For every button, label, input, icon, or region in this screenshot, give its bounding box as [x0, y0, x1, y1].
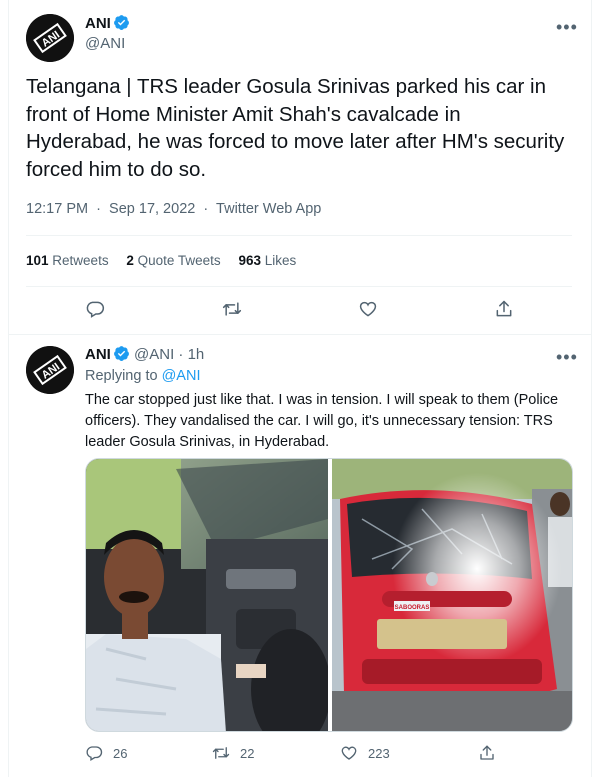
likes-count: 963	[238, 253, 261, 268]
author-name[interactable]: ANI	[85, 346, 111, 363]
tweet-meta: 12:17 PM · Sep 17, 2022 · Twitter Web Ap…	[26, 201, 321, 217]
likes-stat[interactable]: 963 Likes	[238, 253, 296, 268]
photo-man-in-car[interactable]	[86, 459, 328, 732]
quote-tweets-count: 2	[126, 253, 134, 268]
retweet-icon	[222, 302, 242, 316]
blurred-plate	[377, 619, 507, 649]
like-count: 223	[368, 745, 390, 761]
divider	[26, 235, 572, 236]
like-icon	[341, 746, 357, 760]
author-block: ANI @ANI	[85, 14, 130, 52]
tweet-text: Telangana | TRS leader Gosula Srinivas p…	[26, 75, 565, 181]
likes-label: Likes	[264, 253, 297, 268]
retweets-label: Retweets	[52, 253, 109, 268]
retweets-stat[interactable]: 101 Retweets	[26, 253, 109, 268]
replying-to: Replying to @ANI	[85, 368, 200, 384]
ani-logo: ANI	[26, 14, 74, 62]
divider	[8, 334, 592, 335]
photo-damaged-red-car[interactable]: SABOORAS	[332, 459, 573, 732]
quote-tweets-stat[interactable]: 2 Quote Tweets	[126, 253, 220, 268]
share-icon	[480, 745, 494, 760]
retweet-button[interactable]: 22	[212, 744, 254, 762]
verified-badge-icon	[113, 346, 129, 361]
replying-prefix: Replying to	[85, 368, 158, 384]
author-name[interactable]: ANI	[85, 15, 111, 32]
verified-badge-icon	[113, 15, 129, 30]
author-handle[interactable]: @ANI	[85, 35, 130, 52]
tweet-source[interactable]: Twitter Web App	[216, 201, 321, 217]
tweet-stats: 101 Retweets 2 Quote Tweets 963 Likes	[26, 253, 310, 268]
like-icon	[359, 301, 377, 317]
like-button[interactable]	[358, 299, 378, 319]
avatar[interactable]: ANI	[26, 14, 74, 62]
share-button[interactable]	[478, 744, 496, 762]
like-button[interactable]: 223	[340, 744, 390, 762]
reply-author-line: ANI @ANI · 1h	[85, 345, 204, 363]
retweets-count: 101	[26, 253, 49, 268]
more-dots-icon[interactable]: •••	[556, 18, 578, 36]
reply-icon	[86, 301, 105, 318]
retweet-count: 22	[240, 745, 255, 761]
tweet-time[interactable]: 12:17 PM	[26, 201, 88, 217]
reply-button[interactable]: 26	[85, 744, 127, 762]
quote-tweets-label: Quote Tweets	[137, 253, 221, 268]
reply-icon	[86, 746, 103, 761]
tweet-date[interactable]: Sep 17, 2022	[109, 201, 195, 217]
reply-count: 26	[113, 745, 128, 761]
dealer-sticker-text: SABOORAS	[395, 605, 430, 611]
share-button[interactable]	[494, 299, 514, 319]
divider	[26, 286, 572, 287]
reply-button[interactable]	[85, 299, 105, 319]
replying-to-link[interactable]: @ANI	[162, 368, 201, 384]
share-icon	[496, 300, 512, 317]
media-grid: SABOORAS	[85, 458, 573, 732]
reply-text: The car stopped just like that. I was in…	[85, 392, 559, 450]
author-handle[interactable]: @ANI	[134, 346, 174, 363]
more-dots-icon[interactable]: •••	[556, 348, 578, 366]
retweet-icon	[212, 747, 230, 759]
avatar[interactable]: ANI	[26, 346, 74, 394]
retweet-button[interactable]	[222, 299, 242, 319]
ani-logo: ANI	[26, 346, 74, 394]
tweet-age[interactable]: · 1h	[178, 346, 204, 363]
